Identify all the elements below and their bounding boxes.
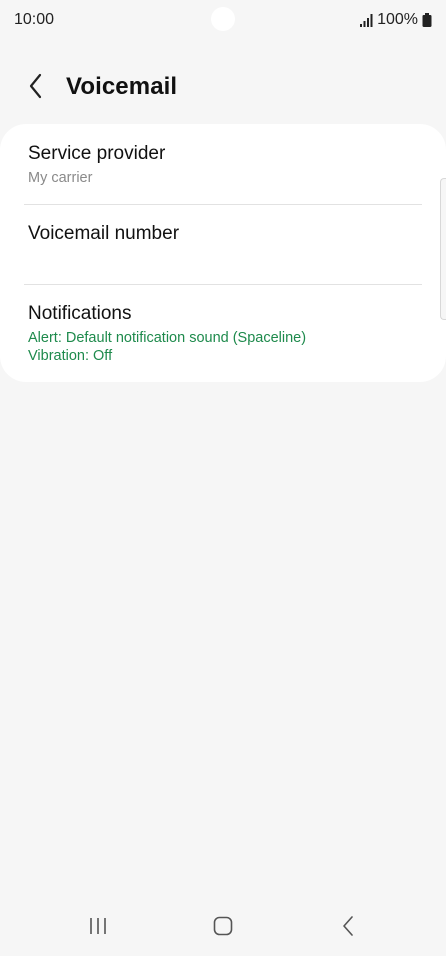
- status-icons: 100%: [359, 11, 432, 29]
- service-provider-value: My carrier: [28, 170, 93, 186]
- recent-apps-button[interactable]: [78, 912, 118, 944]
- service-provider-title: Service provider: [28, 143, 166, 164]
- scroll-indicator[interactable]: [440, 178, 446, 320]
- voicemail-number-item[interactable]: Voicemail number: [0, 205, 446, 284]
- chevron-left-icon: [28, 73, 44, 104]
- page-title: Voicemail: [66, 73, 178, 100]
- recent-apps-icon: [88, 917, 108, 940]
- nav-back-button[interactable]: [328, 912, 368, 944]
- battery-percentage: 100%: [377, 11, 418, 28]
- camera-cutout: [211, 7, 235, 31]
- notifications-alert: Alert: Default notification sound (Space…: [28, 330, 307, 346]
- app-header: Voicemail: [0, 64, 446, 112]
- notifications-vibration: Vibration: Off: [28, 348, 113, 364]
- settings-card: Service provider My carrier Voicemail nu…: [0, 124, 446, 382]
- navigation-bar: [0, 900, 446, 956]
- voicemail-number-title: Voicemail number: [28, 223, 180, 244]
- signal-icon: [359, 13, 373, 27]
- status-time: 10:00: [14, 11, 55, 28]
- status-bar: 10:00 100%: [0, 0, 446, 40]
- home-button[interactable]: [203, 912, 243, 944]
- service-provider-item[interactable]: Service provider My carrier: [0, 124, 446, 204]
- notifications-item[interactable]: Notifications Alert: Default notificatio…: [0, 285, 446, 382]
- home-icon: [213, 916, 233, 941]
- back-icon: [342, 915, 354, 941]
- back-button[interactable]: [20, 72, 52, 104]
- battery-icon: [422, 13, 432, 27]
- notifications-title: Notifications: [28, 303, 132, 324]
